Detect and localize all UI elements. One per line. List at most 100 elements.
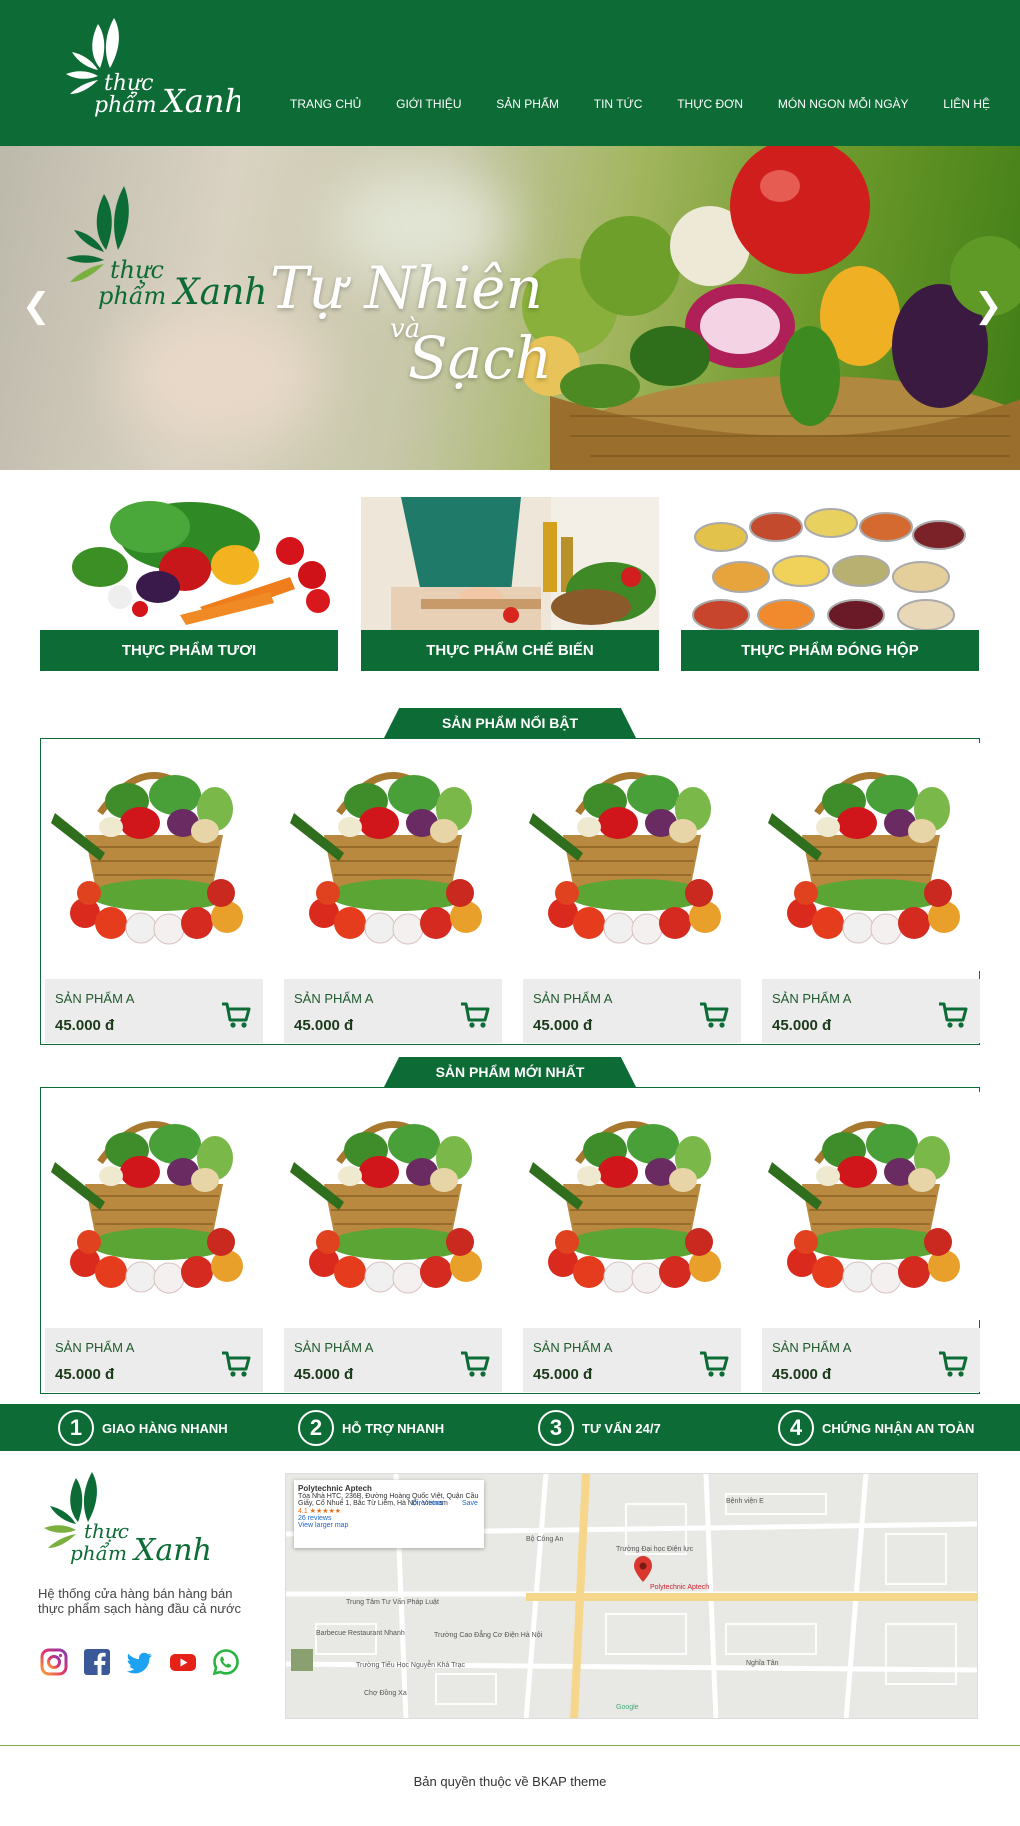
cart-icon[interactable]: [699, 1001, 729, 1029]
product-price: 45.000 đ: [55, 1366, 115, 1383]
map-label: Trung Tâm Tư Vấn Pháp Luật: [346, 1599, 439, 1606]
product-name[interactable]: SẢN PHẨM A: [533, 991, 612, 1006]
feature-label: HỖ TRỢ NHANH: [342, 1420, 445, 1436]
nav-item-home[interactable]: TRANG CHỦ: [290, 97, 361, 111]
feature-number: 3: [538, 1410, 574, 1446]
feature-number: 2: [298, 1410, 334, 1446]
footer-logo[interactable]: thực phẩm Xanh: [40, 1472, 212, 1582]
product-info: SẢN PHẨM A 45.000 đ: [762, 979, 980, 1043]
map-label: Bệnh viện E: [726, 1498, 764, 1505]
nav-item-products[interactable]: SẢN PHẨM: [496, 97, 559, 111]
product-price: 45.000 đ: [294, 1366, 354, 1383]
footer-description: Hệ thống cửa hàng bán hàng bán thực phẩm…: [38, 1586, 241, 1616]
product-price: 45.000 đ: [533, 1366, 593, 1383]
svg-text:phẩm: phẩm: [98, 281, 166, 310]
feature-label: GIAO HÀNG NHANH: [102, 1420, 228, 1436]
product-info: SẢN PHẨM A 45.000 đ: [523, 1328, 741, 1392]
map-label: Trường Tiểu Học Nguyễn Khả Trạc: [356, 1662, 466, 1669]
cart-icon[interactable]: [460, 1001, 490, 1029]
category-image-processed: [361, 497, 659, 630]
nav-item-contact[interactable]: LIÊN HỆ: [943, 97, 990, 111]
features-bar: 1 GIAO HÀNG NHANH 2 HỖ TRỢ NHANH 3 TƯ VẤ…: [0, 1404, 1020, 1451]
feature-fast-support: 2 HỖ TRỢ NHANH: [298, 1410, 444, 1446]
cart-icon[interactable]: [699, 1350, 729, 1378]
product-image: [523, 743, 741, 971]
svg-text:thực: thực: [110, 256, 164, 284]
svg-text:Xanh: Xanh: [132, 1533, 210, 1568]
chevron-left-icon[interactable]: ❮: [22, 286, 51, 326]
cart-icon[interactable]: [938, 1001, 968, 1029]
svg-text:phẩm: phẩm: [70, 1541, 127, 1565]
category-canned-food[interactable]: THỰC PHẨM ĐÓNG HỘP: [681, 497, 979, 671]
facebook-icon[interactable]: [83, 1648, 111, 1676]
product-info: SẢN PHẨM A 45.000 đ: [523, 979, 741, 1043]
svg-text:Xanh: Xanh: [171, 272, 267, 313]
feature-label: TƯ VẤN 24/7: [582, 1420, 661, 1436]
nav-item-about[interactable]: GIỚI THIỆU: [396, 97, 461, 111]
product-image: [523, 1092, 741, 1320]
map-label: Trường Đại học Điện lực: [616, 1546, 694, 1553]
map-reviews-link[interactable]: 26 reviews: [298, 1515, 480, 1522]
banner-logo: thực phẩm Xanh: [58, 186, 268, 336]
cart-icon[interactable]: [221, 1001, 251, 1029]
map-label: Trường Cao Đẳng Cơ Điện Hà Nội: [434, 1632, 543, 1639]
site-logo[interactable]: thực phẩm Xanh: [60, 18, 245, 133]
map-save-button[interactable]: Save: [462, 1500, 478, 1507]
category-image-fresh: [40, 497, 338, 630]
product-name[interactable]: SẢN PHẨM A: [294, 991, 373, 1006]
map-view-larger-link[interactable]: View larger map: [298, 1522, 480, 1529]
category-processed-food[interactable]: THỰC PHẨM CHẾ BIẾN: [361, 497, 659, 671]
product-name[interactable]: SẢN PHẨM A: [772, 991, 851, 1006]
footer-divider: [0, 1745, 1020, 1746]
product-card[interactable]: SẢN PHẨM A 45.000 đ: [284, 743, 502, 1043]
product-price: 45.000 đ: [772, 1017, 832, 1034]
product-card[interactable]: SẢN PHẨM A 45.000 đ: [523, 743, 741, 1043]
product-price: 45.000 đ: [55, 1017, 115, 1034]
product-name[interactable]: SẢN PHẨM A: [533, 1340, 612, 1355]
newest-products-box: SẢN PHẨM A 45.000 đ SẢN PHẨM A 45.000 đ: [40, 1087, 980, 1394]
feature-number: 4: [778, 1410, 814, 1446]
cart-icon[interactable]: [460, 1350, 490, 1378]
nav-item-daily-dishes[interactable]: MÓN NGON MỖI NGÀY: [778, 97, 909, 111]
map-place-title: Polytechnic Aptech: [298, 1484, 372, 1493]
category-fresh-food[interactable]: THỰC PHẨM TƯƠI: [40, 497, 338, 671]
category-image-canned: [681, 497, 979, 630]
map-place-card: Polytechnic Aptech Tòa Nhà HTC, 236B, Đư…: [294, 1480, 484, 1548]
product-image: [45, 743, 263, 971]
featured-products-box: SẢN PHẨM A 45.000 đ SẢN PHẨM A 45.000 đ: [40, 738, 980, 1045]
map-label: Bộ Công An: [526, 1536, 564, 1543]
product-card[interactable]: SẢN PHẨM A 45.000 đ: [45, 1092, 263, 1392]
product-card[interactable]: SẢN PHẨM A 45.000 đ: [762, 743, 980, 1043]
product-info: SẢN PHẨM A 45.000 đ: [45, 1328, 263, 1392]
youtube-icon[interactable]: [169, 1648, 197, 1676]
cart-icon[interactable]: [938, 1350, 968, 1378]
main-nav: TRANG CHỦ GIỚI THIỆU SẢN PHẨM TIN TỨC TH…: [290, 92, 990, 116]
map-google-logo: Google: [616, 1704, 639, 1711]
product-name[interactable]: SẢN PHẨM A: [55, 991, 134, 1006]
product-info: SẢN PHẨM A 45.000 đ: [762, 1328, 980, 1392]
instagram-icon[interactable]: [40, 1648, 68, 1676]
twitter-icon[interactable]: [126, 1648, 154, 1676]
product-card[interactable]: SẢN PHẨM A 45.000 đ: [523, 1092, 741, 1392]
product-price: 45.000 đ: [772, 1366, 832, 1383]
map-directions-button[interactable]: Directions: [412, 1500, 443, 1507]
product-name[interactable]: SẢN PHẨM A: [772, 1340, 851, 1355]
product-card[interactable]: SẢN PHẨM A 45.000 đ: [284, 1092, 502, 1392]
feature-fast-delivery: 1 GIAO HÀNG NHANH: [58, 1410, 228, 1446]
social-links: [40, 1648, 240, 1676]
whatsapp-icon[interactable]: [212, 1648, 240, 1676]
nav-item-menu[interactable]: THỰC ĐƠN: [677, 97, 743, 111]
product-name[interactable]: SẢN PHẨM A: [294, 1340, 373, 1355]
nav-item-news[interactable]: TIN TỨC: [594, 97, 643, 111]
product-card[interactable]: SẢN PHẨM A 45.000 đ: [45, 743, 263, 1043]
product-image: [45, 1092, 263, 1320]
product-info: SẢN PHẨM A 45.000 đ: [284, 1328, 502, 1392]
product-name[interactable]: SẢN PHẨM A: [55, 1340, 134, 1355]
cart-icon[interactable]: [221, 1350, 251, 1378]
featured-section-title: SẢN PHẨM NỔI BẬT: [384, 708, 636, 738]
vegetable-basket-image: [520, 146, 1020, 470]
product-card[interactable]: SẢN PHẨM A 45.000 đ: [762, 1092, 980, 1392]
location-map[interactable]: Polytechnic Aptech Tòa Nhà HTC, 236B, Đư…: [285, 1473, 978, 1719]
chevron-right-icon[interactable]: ❯: [974, 286, 1003, 326]
product-image: [762, 1092, 980, 1320]
